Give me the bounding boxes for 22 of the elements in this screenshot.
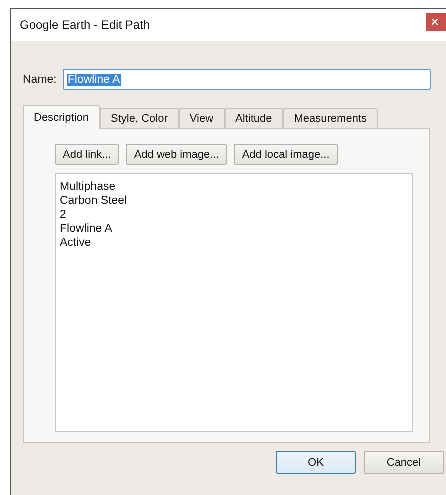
close-icon — [432, 19, 438, 25]
toolbar-button[interactable]: Add local image... — [234, 144, 338, 165]
tab[interactable]: Style, Color — [100, 108, 179, 129]
tab[interactable]: Altitude — [224, 108, 284, 129]
tab[interactable]: View — [178, 108, 225, 129]
toolbar-button[interactable]: Add link... — [55, 144, 120, 165]
close-button[interactable] — [426, 13, 446, 31]
description-line: Multiphase — [60, 180, 117, 194]
tab[interactable]: Measurements — [283, 108, 378, 129]
description-line: Active — [60, 236, 92, 250]
name-field[interactable]: Flowline A — [62, 69, 431, 90]
description-line: Carbon Steel — [60, 194, 128, 208]
name-label: Name: — [23, 74, 57, 86]
toolbar-button[interactable]: Add web image... — [126, 144, 228, 165]
dialog-button[interactable]: Cancel — [364, 451, 444, 474]
dialog-button[interactable]: OK — [276, 451, 356, 474]
name-value: Flowline A — [66, 74, 122, 86]
description-line: Flowline A — [60, 222, 114, 236]
description-field[interactable]: Multiphase Carbon Steel 2 Flowline A Active — [55, 173, 413, 432]
description-line: 2 — [60, 208, 68, 222]
tab[interactable]: Description — [23, 105, 100, 129]
window-title: Google Earth - Edit Path — [20, 18, 150, 32]
